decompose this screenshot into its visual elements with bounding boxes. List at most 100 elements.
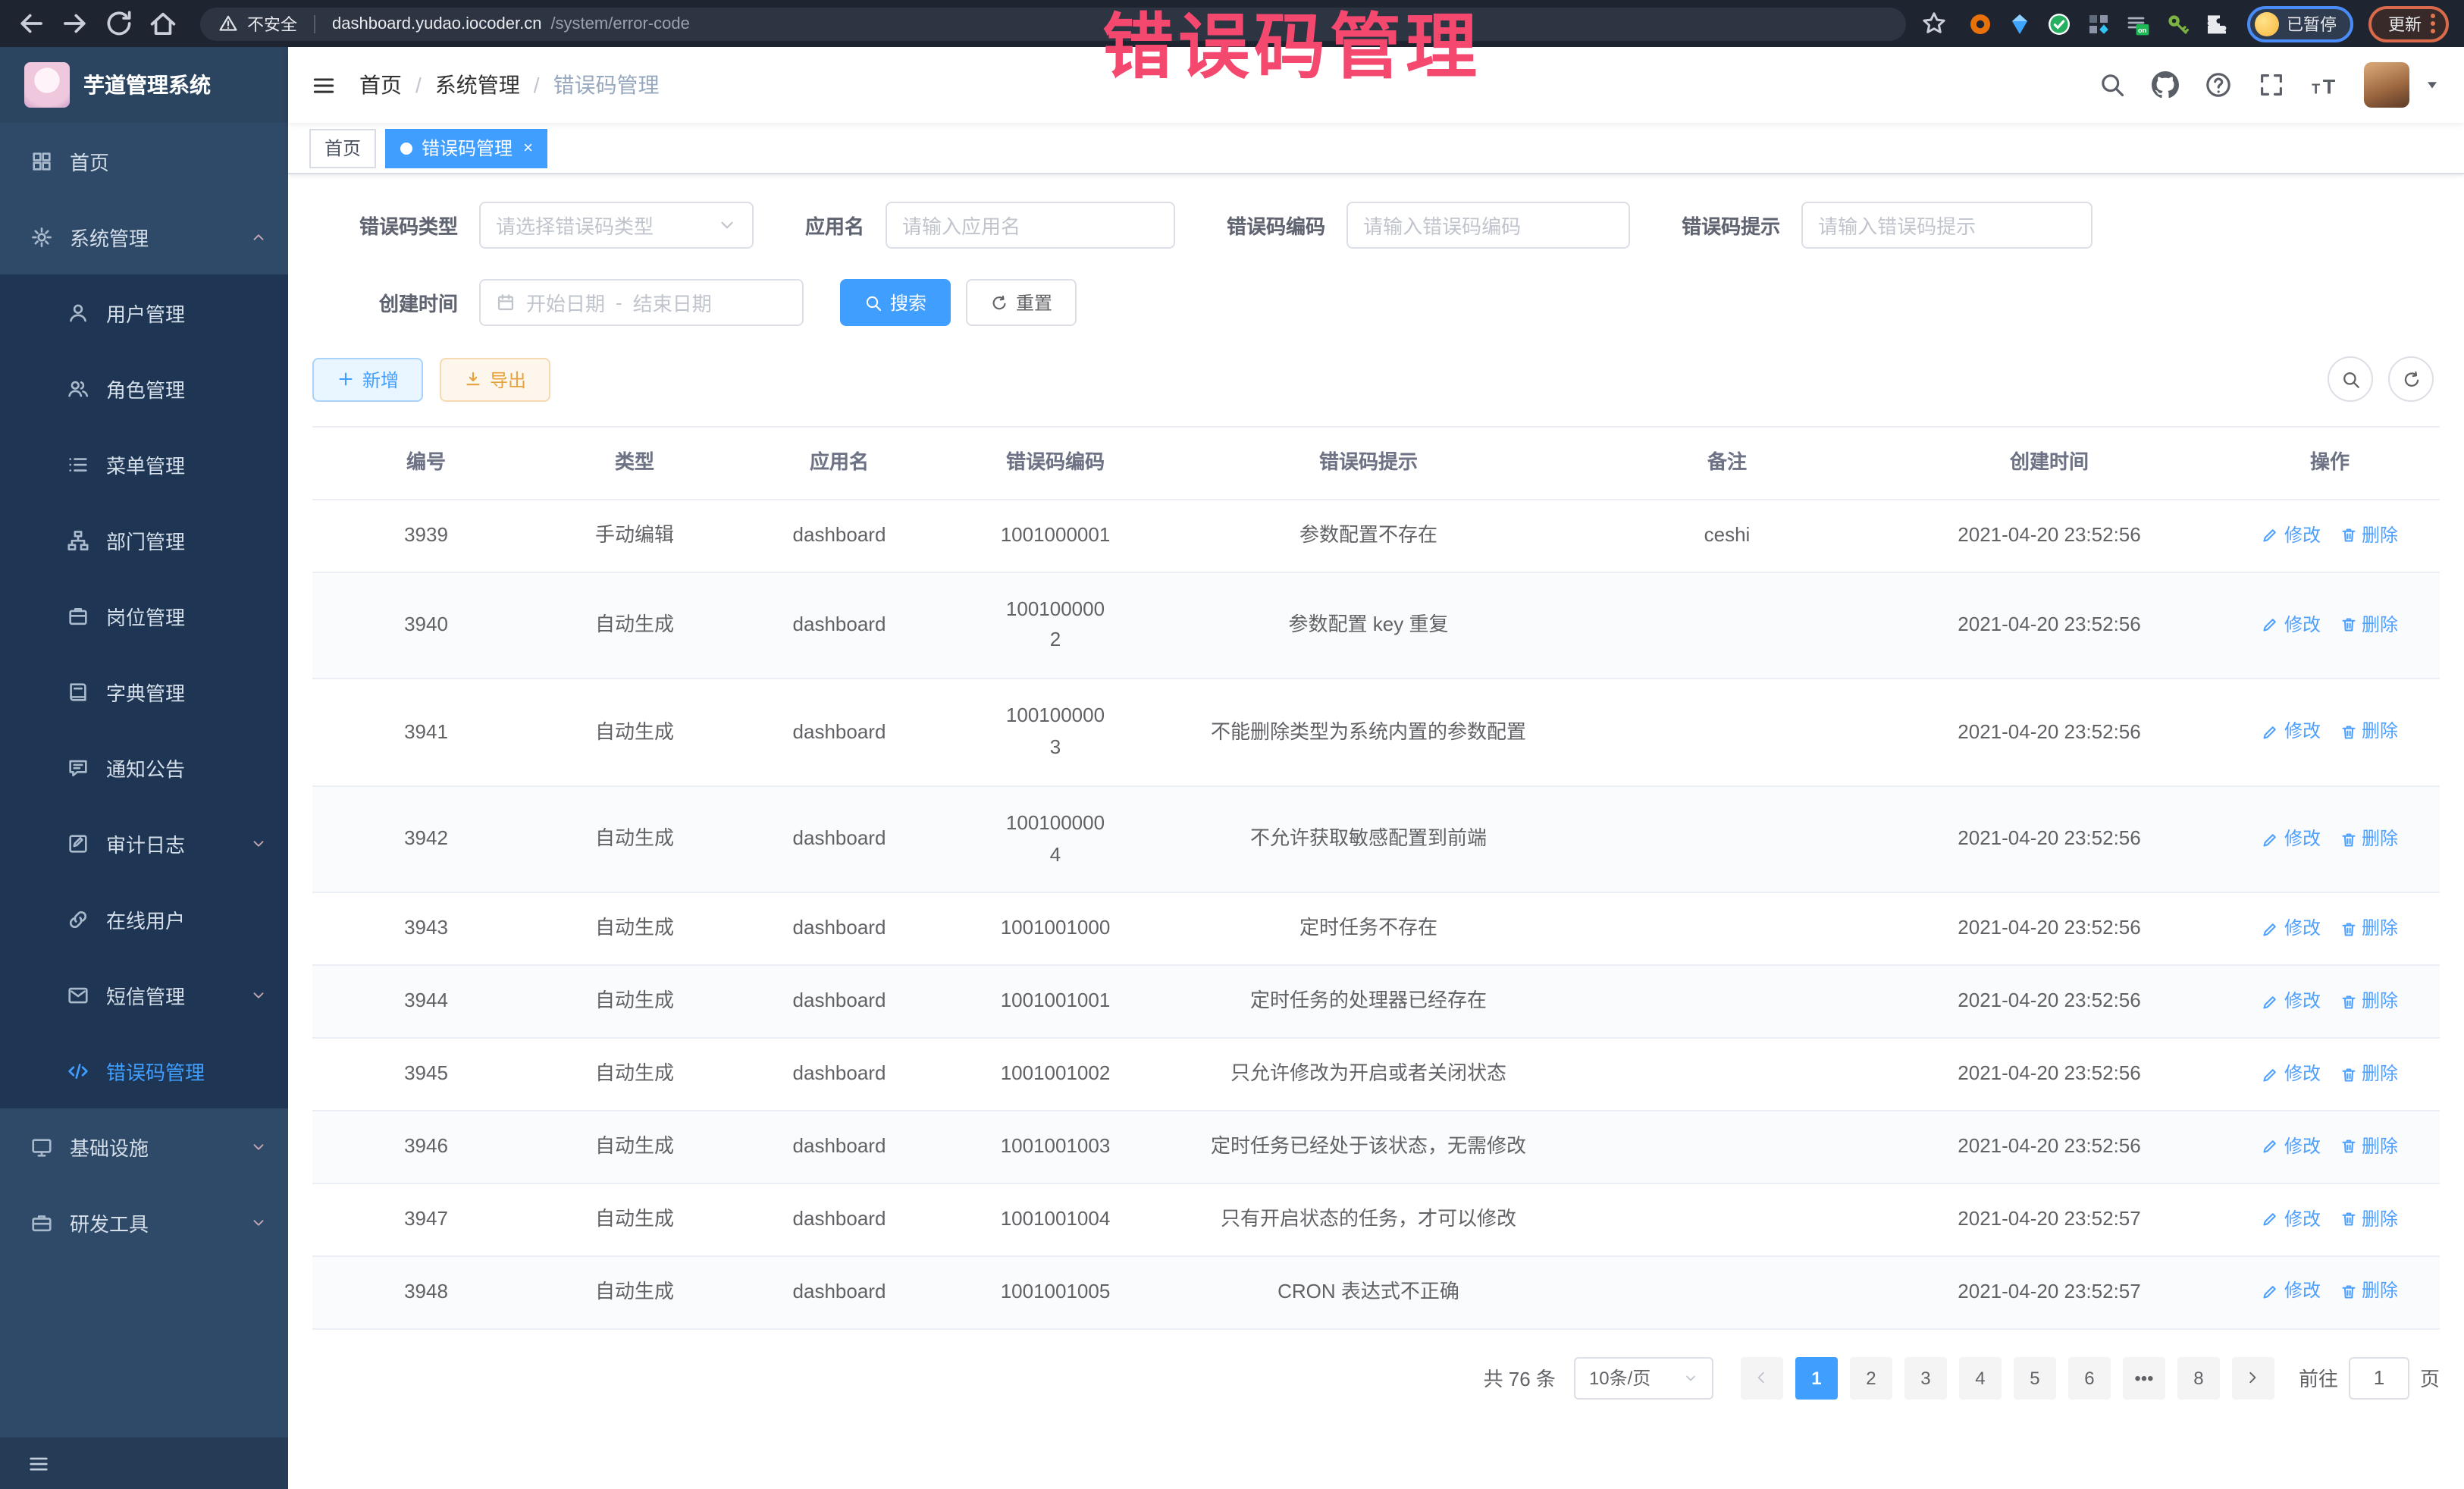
sidebar-item-dashboard[interactable]: 首页 [0,123,288,199]
browser-extensions: on [1968,11,2229,36]
delete-link[interactable]: 删除 [2339,916,2398,942]
search-button[interactable]: 搜索 [840,279,951,326]
delete-link[interactable]: 删除 [2339,522,2398,549]
page-button-5[interactable]: 5 [2014,1356,2056,1399]
edit-link[interactable]: 修改 [2262,719,2321,746]
delete-link[interactable]: 删除 [2339,1061,2398,1088]
puzzle-extensions-icon[interactable] [2205,11,2229,36]
fullscreen-icon[interactable] [2258,71,2285,99]
refresh-table-button[interactable] [2388,356,2434,402]
sidebar-item-org-tree[interactable]: 部门管理 [0,502,288,578]
edit-link[interactable]: 修改 [2262,1061,2321,1088]
delete-link[interactable]: 删除 [2339,989,2398,1015]
table-row: 3939手动编辑dashboard1001000001参数配置不存在ceshi2… [312,500,2440,573]
sidebar-item-monitor[interactable]: 基础设施 [0,1108,288,1184]
delete-link[interactable]: 删除 [2339,1279,2398,1306]
breadcrumb-item-home[interactable]: 首页 [359,70,402,100]
prev-page-button[interactable] [1741,1356,1783,1399]
error-code-input[interactable]: 请输入错误码编码 [1346,202,1630,249]
sidebar-item-toolbox[interactable]: 研发工具 [0,1184,288,1260]
user-avatar[interactable] [2364,62,2409,108]
goto-page-input[interactable]: 1 [2349,1356,2409,1399]
switch-on-extension-icon[interactable]: on [2126,11,2150,36]
cell-memo [1575,980,1879,1023]
sidebar-toggle-icon[interactable] [311,72,337,98]
page-button-2[interactable]: 2 [1850,1356,1892,1399]
sidebar-item-link[interactable]: 在线用户 [0,881,288,957]
page-button-4[interactable]: 4 [1959,1356,2002,1399]
edit-link[interactable]: 修改 [2262,989,2321,1015]
sidebar-item-announcement[interactable]: 通知公告 [0,729,288,805]
app-logo[interactable]: 芋道管理系统 [0,47,288,123]
reset-button-label: 重置 [1016,290,1052,315]
sidebar-item-menu-list[interactable]: 菜单管理 [0,426,288,502]
browser-forward-icon[interactable] [59,8,91,39]
sidebar-item-dictionary[interactable]: 字典管理 [0,654,288,729]
breadcrumb-separator: / [534,73,540,97]
blue-grid-extension-icon[interactable] [2086,11,2111,36]
sidebar-item-sms[interactable]: 短信管理 [0,957,288,1033]
browser-update-button[interactable]: 更新 [2368,5,2449,42]
page-button-8[interactable]: 8 [2177,1356,2220,1399]
search-icon[interactable] [2099,71,2126,99]
bookmark-star-icon[interactable] [1921,11,1947,36]
font-size-icon[interactable]: TT [2311,71,2338,99]
orange-extension-icon[interactable] [1968,11,1992,36]
sidebar-item-audit-log[interactable]: 审计日志 [0,805,288,881]
tag-error-code-active[interactable]: 错误码管理 × [385,128,548,168]
edit-link[interactable]: 修改 [2262,1279,2321,1306]
cell-create-time: 2021-04-20 23:52:57 [1879,1256,2220,1328]
cell-create-time: 2021-04-20 23:52:56 [1879,500,2220,572]
more-pages-button[interactable]: ••• [2123,1356,2165,1399]
edit-link[interactable]: 修改 [2262,522,2321,549]
error-msg-input[interactable]: 请输入错误码提示 [1801,202,2093,249]
edit-link[interactable]: 修改 [2262,826,2321,853]
error-type-select[interactable]: 请选择错误码类型 [479,202,754,249]
delete-link[interactable]: 删除 [2339,1206,2398,1233]
browser-back-icon[interactable] [15,8,47,39]
green-key-extension-icon[interactable] [2165,11,2190,36]
tag-home[interactable]: 首页 [309,128,376,168]
edit-link[interactable]: 修改 [2262,916,2321,942]
edit-link[interactable]: 修改 [2262,613,2321,639]
page-button-3[interactable]: 3 [1904,1356,1947,1399]
date-range-picker[interactable]: 开始日期 - 结束日期 [479,279,804,326]
sidebar-item-code[interactable]: 错误码管理 [0,1033,288,1108]
browser-menu-kebab-icon[interactable] [2431,14,2435,33]
address-bar[interactable]: 不安全 dashboard.yudao.iocoder.cn/system/er… [200,7,1906,40]
delete-link[interactable]: 删除 [2339,1133,2398,1160]
page-button-6[interactable]: 6 [2068,1356,2111,1399]
sidebar-item-gear[interactable]: 系统管理 [0,199,288,274]
delete-link[interactable]: 删除 [2339,613,2398,639]
app-name-input[interactable]: 请输入应用名 [886,202,1175,249]
sidebar-item-badge[interactable]: 岗位管理 [0,578,288,654]
browser-home-icon[interactable] [147,8,179,39]
next-page-button[interactable] [2232,1356,2274,1399]
pencil-icon [2262,1211,2280,1229]
page-button-1[interactable]: 1 [1795,1356,1838,1399]
tag-close-icon[interactable]: × [523,139,533,157]
add-button[interactable]: 新增 [312,357,423,401]
table-row: 3946自动生成dashboard1001001003定时任务已经处于该状态，无… [312,1111,2440,1184]
edit-link[interactable]: 修改 [2262,1206,2321,1233]
caret-down-icon[interactable] [2423,76,2441,94]
sidebar-collapse-button[interactable] [0,1437,288,1489]
blue-gem-extension-icon[interactable] [2008,11,2032,36]
browser-profile-button[interactable]: 已暂停 [2247,5,2353,42]
delete-link[interactable]: 删除 [2339,719,2398,746]
show-search-button[interactable] [2328,356,2373,402]
table-tools [2328,356,2434,402]
breadcrumb-item-system[interactable]: 系统管理 [435,70,520,100]
page-size-select[interactable]: 10条/页 [1574,1356,1713,1399]
sidebar-item-users[interactable]: 角色管理 [0,350,288,426]
delete-link[interactable]: 删除 [2339,826,2398,853]
browser-reload-icon[interactable] [103,8,135,39]
sidebar-item-user[interactable]: 用户管理 [0,274,288,350]
github-icon[interactable] [2152,71,2179,99]
edit-link[interactable]: 修改 [2262,1133,2321,1160]
green-check-extension-icon[interactable] [2047,11,2071,36]
help-icon[interactable] [2205,71,2232,99]
not-secure-warning-icon[interactable] [218,14,238,33]
export-button[interactable]: 导出 [440,357,550,401]
reset-button[interactable]: 重置 [966,279,1077,326]
